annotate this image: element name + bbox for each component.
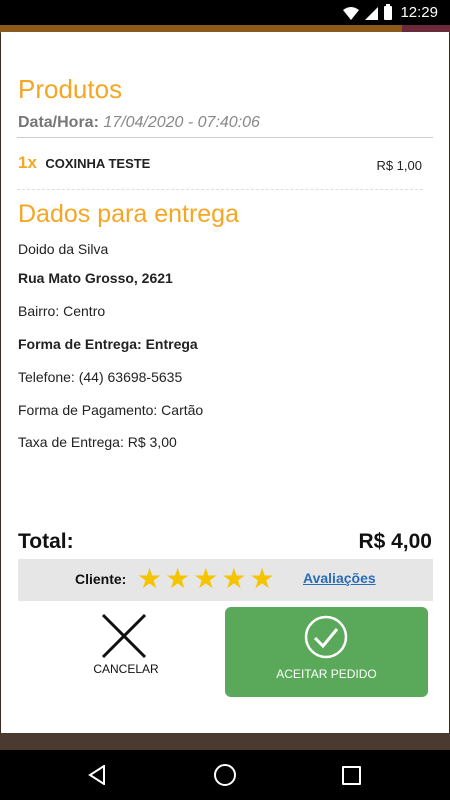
products-heading: Produtos — [18, 74, 123, 104]
battery-icon — [384, 4, 392, 20]
accept-label: ACEITAR PEDIDO — [276, 667, 377, 681]
close-icon — [101, 613, 147, 659]
order-dialog: Produtos Data/Hora: 17/04/2020 - 07:40:0… — [1, 32, 449, 733]
item-price: R$ 1,00 — [376, 158, 422, 173]
delivery-heading: Dados para entrega — [18, 200, 239, 228]
status-time: 12:29 — [400, 4, 438, 21]
cancel-button[interactable]: CANCELAR — [86, 609, 166, 679]
customer-address: Rua Mato Grosso, 2621 — [18, 270, 173, 286]
list-item: 1x COXINHA TESTE R$ 1,00 — [18, 153, 422, 175]
reviews-link[interactable]: Avaliações — [303, 570, 376, 586]
date-value: 17/04/2020 - 07:40:06 — [103, 114, 260, 131]
customer-neighborhood: Bairro: Centro — [18, 303, 106, 319]
dashed-divider — [17, 189, 423, 190]
delivery-method: Forma de Entrega: Entrega — [18, 336, 198, 352]
order-date: Data/Hora: 17/04/2020 - 07:40:06 — [18, 114, 260, 132]
accept-order-button[interactable]: ACEITAR PEDIDO — [225, 607, 428, 697]
signal-icon — [365, 6, 378, 20]
payment-method: Forma de Pagamento: Cartão — [18, 402, 204, 418]
recent-apps-icon[interactable] — [342, 766, 361, 785]
status-icons — [343, 4, 392, 20]
cancel-label: CANCELAR — [93, 662, 159, 676]
delivery-fee: Taxa de Entrega: R$ 3,00 — [18, 434, 177, 450]
star-icon: ★ — [137, 563, 163, 594]
star-icon: ★ — [193, 563, 219, 594]
wifi-icon — [343, 6, 359, 20]
client-label: Cliente: — [75, 571, 127, 587]
home-icon[interactable] — [214, 764, 236, 786]
rating-stars: ★ ★ ★ ★ ★ — [137, 564, 275, 594]
navigation-bar — [0, 750, 450, 800]
star-icon: ★ — [221, 563, 247, 594]
client-rating-bar: Cliente: ★ ★ ★ ★ ★ Avaliações — [18, 559, 433, 601]
item-name: COXINHA TESTE — [45, 156, 151, 171]
total-value: R$ 4,00 — [358, 530, 432, 553]
divider — [17, 137, 433, 138]
date-label: Data/Hora: — [18, 114, 99, 131]
back-icon[interactable] — [88, 765, 106, 785]
customer-name: Doido da Silva — [18, 241, 109, 257]
status-bar: 12:29 — [0, 0, 450, 25]
check-circle-icon — [304, 615, 348, 659]
total-label: Total: — [18, 530, 74, 553]
background-bottom — [0, 733, 450, 750]
item-quantity: 1x — [18, 153, 37, 172]
customer-phone: Telefone: (44) 63698-5635 — [18, 369, 183, 385]
star-icon: ★ — [249, 563, 275, 594]
star-icon: ★ — [165, 563, 191, 594]
